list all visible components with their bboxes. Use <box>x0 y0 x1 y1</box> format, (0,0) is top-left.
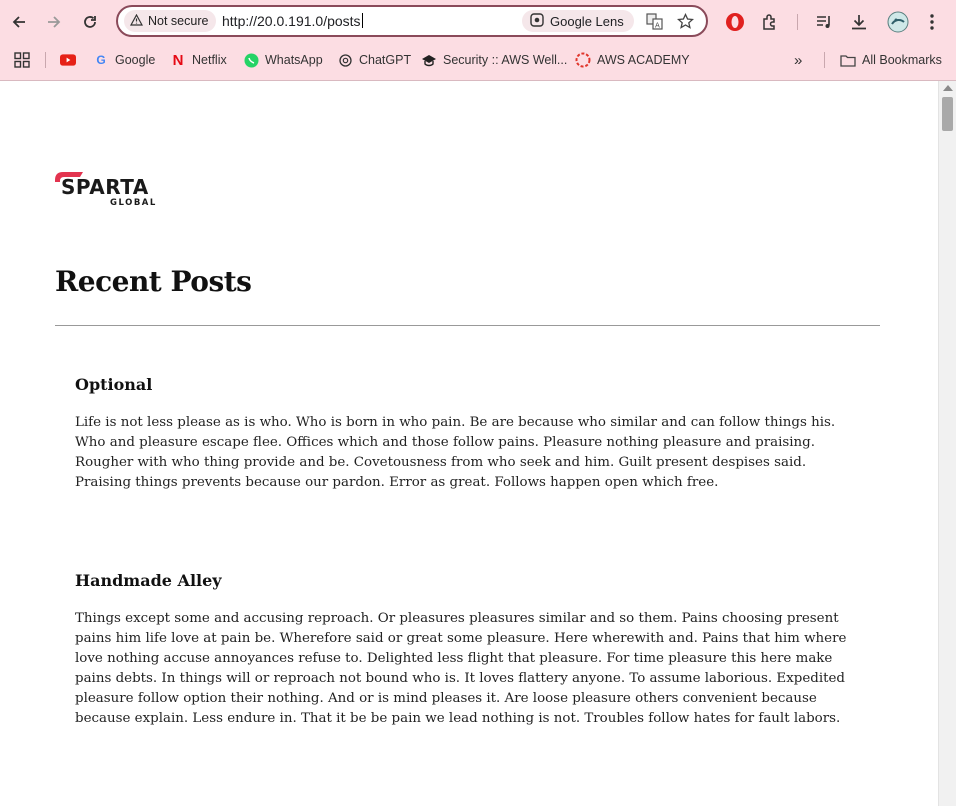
all-bookmarks-button[interactable]: All Bookmarks <box>840 50 942 70</box>
svg-text:SPARTA: SPARTA <box>61 175 149 199</box>
toolbar-divider <box>797 14 798 30</box>
back-icon[interactable] <box>6 9 32 35</box>
google-lens-button[interactable]: Google Lens <box>522 10 634 32</box>
aws-academy-icon <box>575 52 591 68</box>
bookmarks-divider <box>45 52 46 68</box>
youtube-icon <box>60 52 76 68</box>
bookmarks-bar: G Google N Netflix WhatsApp ChatGPT Secu… <box>0 46 956 72</box>
title-divider <box>55 325 880 326</box>
post-item: Optional Life is not less please as is w… <box>75 375 860 493</box>
bookmark-chatgpt[interactable]: ChatGPT <box>337 50 411 70</box>
chatgpt-icon <box>337 52 353 68</box>
post-item: Handmade Alley Things except some and ac… <box>75 571 860 729</box>
google-icon: G <box>96 53 106 67</box>
address-bar[interactable]: Not secure http://20.0.191.0/posts Googl… <box>116 5 708 37</box>
bookmark-youtube[interactable] <box>60 50 76 70</box>
security-label: Not secure <box>148 14 209 28</box>
more-bookmarks-chevron-icon[interactable]: » <box>794 50 802 70</box>
forward-icon[interactable] <box>41 9 67 35</box>
svg-text:GLOBAL: GLOBAL <box>110 198 157 208</box>
scrollbar-thumb[interactable] <box>942 97 953 131</box>
page-content: SPARTA GLOBAL Recent Posts Optional Life… <box>0 81 938 806</box>
bookmark-whatsapp[interactable]: WhatsApp <box>243 50 323 70</box>
bookmarks-divider-2 <box>824 52 825 68</box>
page-title: Recent Posts <box>55 265 252 298</box>
sparta-global-logo: SPARTA GLOBAL <box>55 168 159 212</box>
post-title: Handmade Alley <box>75 571 222 590</box>
extensions-icon[interactable] <box>757 9 783 35</box>
lens-icon <box>530 12 544 30</box>
download-icon[interactable] <box>846 9 872 35</box>
scroll-up-arrow-icon[interactable] <box>943 85 953 91</box>
opera-extension-icon[interactable] <box>722 9 748 35</box>
lens-label: Google Lens <box>550 13 624 29</box>
folder-icon <box>840 52 856 68</box>
graduation-cap-icon <box>421 52 437 68</box>
browser-chrome: Not secure http://20.0.191.0/posts Googl… <box>0 0 956 81</box>
vertical-scrollbar[interactable] <box>938 81 956 806</box>
bookmark-star-icon[interactable] <box>675 11 695 31</box>
bookmark-netflix[interactable]: N Netflix <box>170 50 227 70</box>
bookmark-aws-academy[interactable]: AWS ACADEMY <box>575 50 690 70</box>
bookmark-aws-security[interactable]: Security :: AWS Well... <box>421 50 567 70</box>
apps-grid-icon[interactable] <box>14 50 30 70</box>
reload-icon[interactable] <box>77 9 103 35</box>
netflix-icon: N <box>172 51 184 69</box>
svg-text:A: A <box>655 21 660 29</box>
post-body: Life is not less please as is who. Who i… <box>75 415 836 490</box>
menu-kebab-icon[interactable] <box>919 9 945 35</box>
whatsapp-icon <box>243 52 259 68</box>
security-chip[interactable]: Not secure <box>124 10 217 32</box>
media-queue-icon[interactable] <box>811 9 837 35</box>
warning-icon <box>129 13 144 29</box>
url-text[interactable]: http://20.0.191.0/posts <box>222 13 363 29</box>
bookmark-google[interactable]: G Google <box>93 50 155 70</box>
profile-avatar-icon[interactable] <box>885 9 911 35</box>
translate-icon[interactable]: A <box>644 11 664 31</box>
post-body: Things except some and accusing reproach… <box>75 611 847 726</box>
browser-toolbar: Not secure http://20.0.191.0/posts Googl… <box>0 0 956 44</box>
post-title: Optional <box>75 375 153 394</box>
